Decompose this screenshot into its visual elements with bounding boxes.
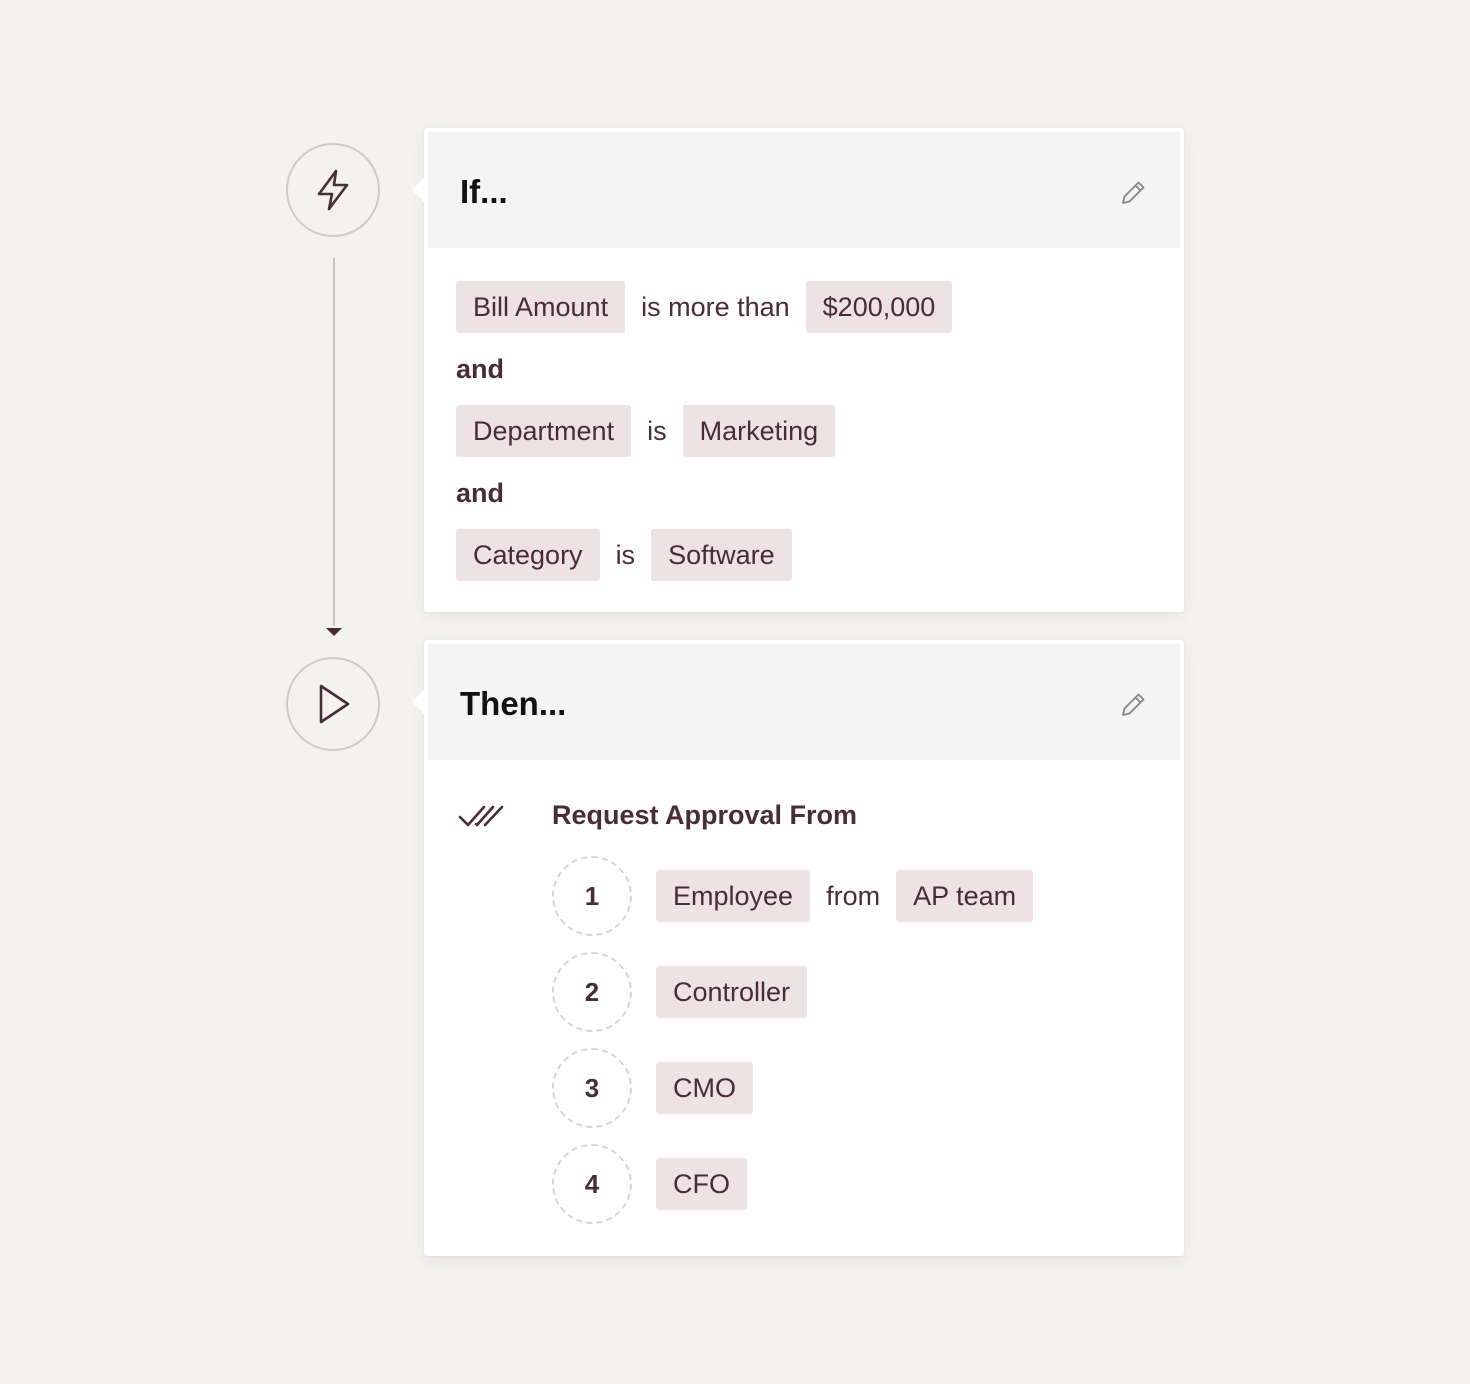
condition-card-title: If...: [460, 173, 508, 210]
pencil-icon: [1122, 181, 1145, 204]
condition-operator: is more than: [641, 291, 790, 322]
edit-conditions-button[interactable]: [1116, 176, 1150, 210]
condition-value-pill[interactable]: Software: [651, 529, 792, 581]
approver-row: 3 CMO: [552, 1048, 753, 1128]
approver-order-badge: 4: [552, 1144, 632, 1224]
approver-connector: from: [826, 880, 881, 911]
action-step-circle: [286, 657, 380, 751]
condition-value-pill[interactable]: Marketing: [682, 405, 836, 457]
timeline-arrow-icon: [326, 628, 342, 636]
approver-row: 1 Employee from AP team: [552, 856, 1034, 936]
approver-row: 2 Controller: [552, 952, 808, 1032]
pencil-icon: [1122, 693, 1145, 716]
approver-role-pill[interactable]: Employee: [656, 870, 811, 922]
condition-card-header: If...: [428, 132, 1180, 248]
condition-value-pill[interactable]: $200,000: [805, 281, 953, 333]
condition-card: If... Bill Amount is more than $200,000 …: [412, 128, 1184, 612]
approver-group-pill[interactable]: AP team: [896, 870, 1034, 922]
trigger-step-circle: [286, 143, 380, 237]
condition-operator: is: [647, 415, 667, 446]
approver-order-badge: 2: [552, 952, 632, 1032]
approver-role-pill[interactable]: Controller: [656, 966, 808, 1018]
timeline-connector: [333, 258, 335, 626]
action-card-header: Then...: [428, 644, 1180, 760]
edit-actions-button[interactable]: [1116, 688, 1150, 722]
condition-joiner: and: [456, 354, 505, 384]
play-icon: [319, 684, 350, 724]
approver-row: 4 CFO: [552, 1144, 747, 1224]
condition-field-pill[interactable]: Bill Amount: [456, 281, 626, 333]
lightning-bolt-icon: [317, 169, 349, 211]
condition-field-pill[interactable]: Category: [456, 529, 600, 581]
condition-row: Bill Amount is more than $200,000: [456, 281, 953, 333]
action-card-title: Then...: [460, 685, 567, 722]
approver-role-pill[interactable]: CFO: [656, 1158, 747, 1210]
approver-role-pill[interactable]: CMO: [656, 1062, 753, 1114]
condition-row: Department is Marketing: [456, 405, 836, 457]
condition-row: Category is Software: [456, 529, 792, 581]
condition-field-pill[interactable]: Department: [456, 405, 632, 457]
action-card: Then... Request Approval From 1 Employee…: [412, 640, 1184, 1256]
double-check-icon: [458, 805, 504, 827]
action-type-label: Request Approval From: [552, 800, 858, 830]
approver-order-badge: 3: [552, 1048, 632, 1128]
condition-joiner: and: [456, 478, 505, 508]
approver-order-badge: 1: [552, 856, 632, 936]
condition-operator: is: [615, 539, 636, 570]
